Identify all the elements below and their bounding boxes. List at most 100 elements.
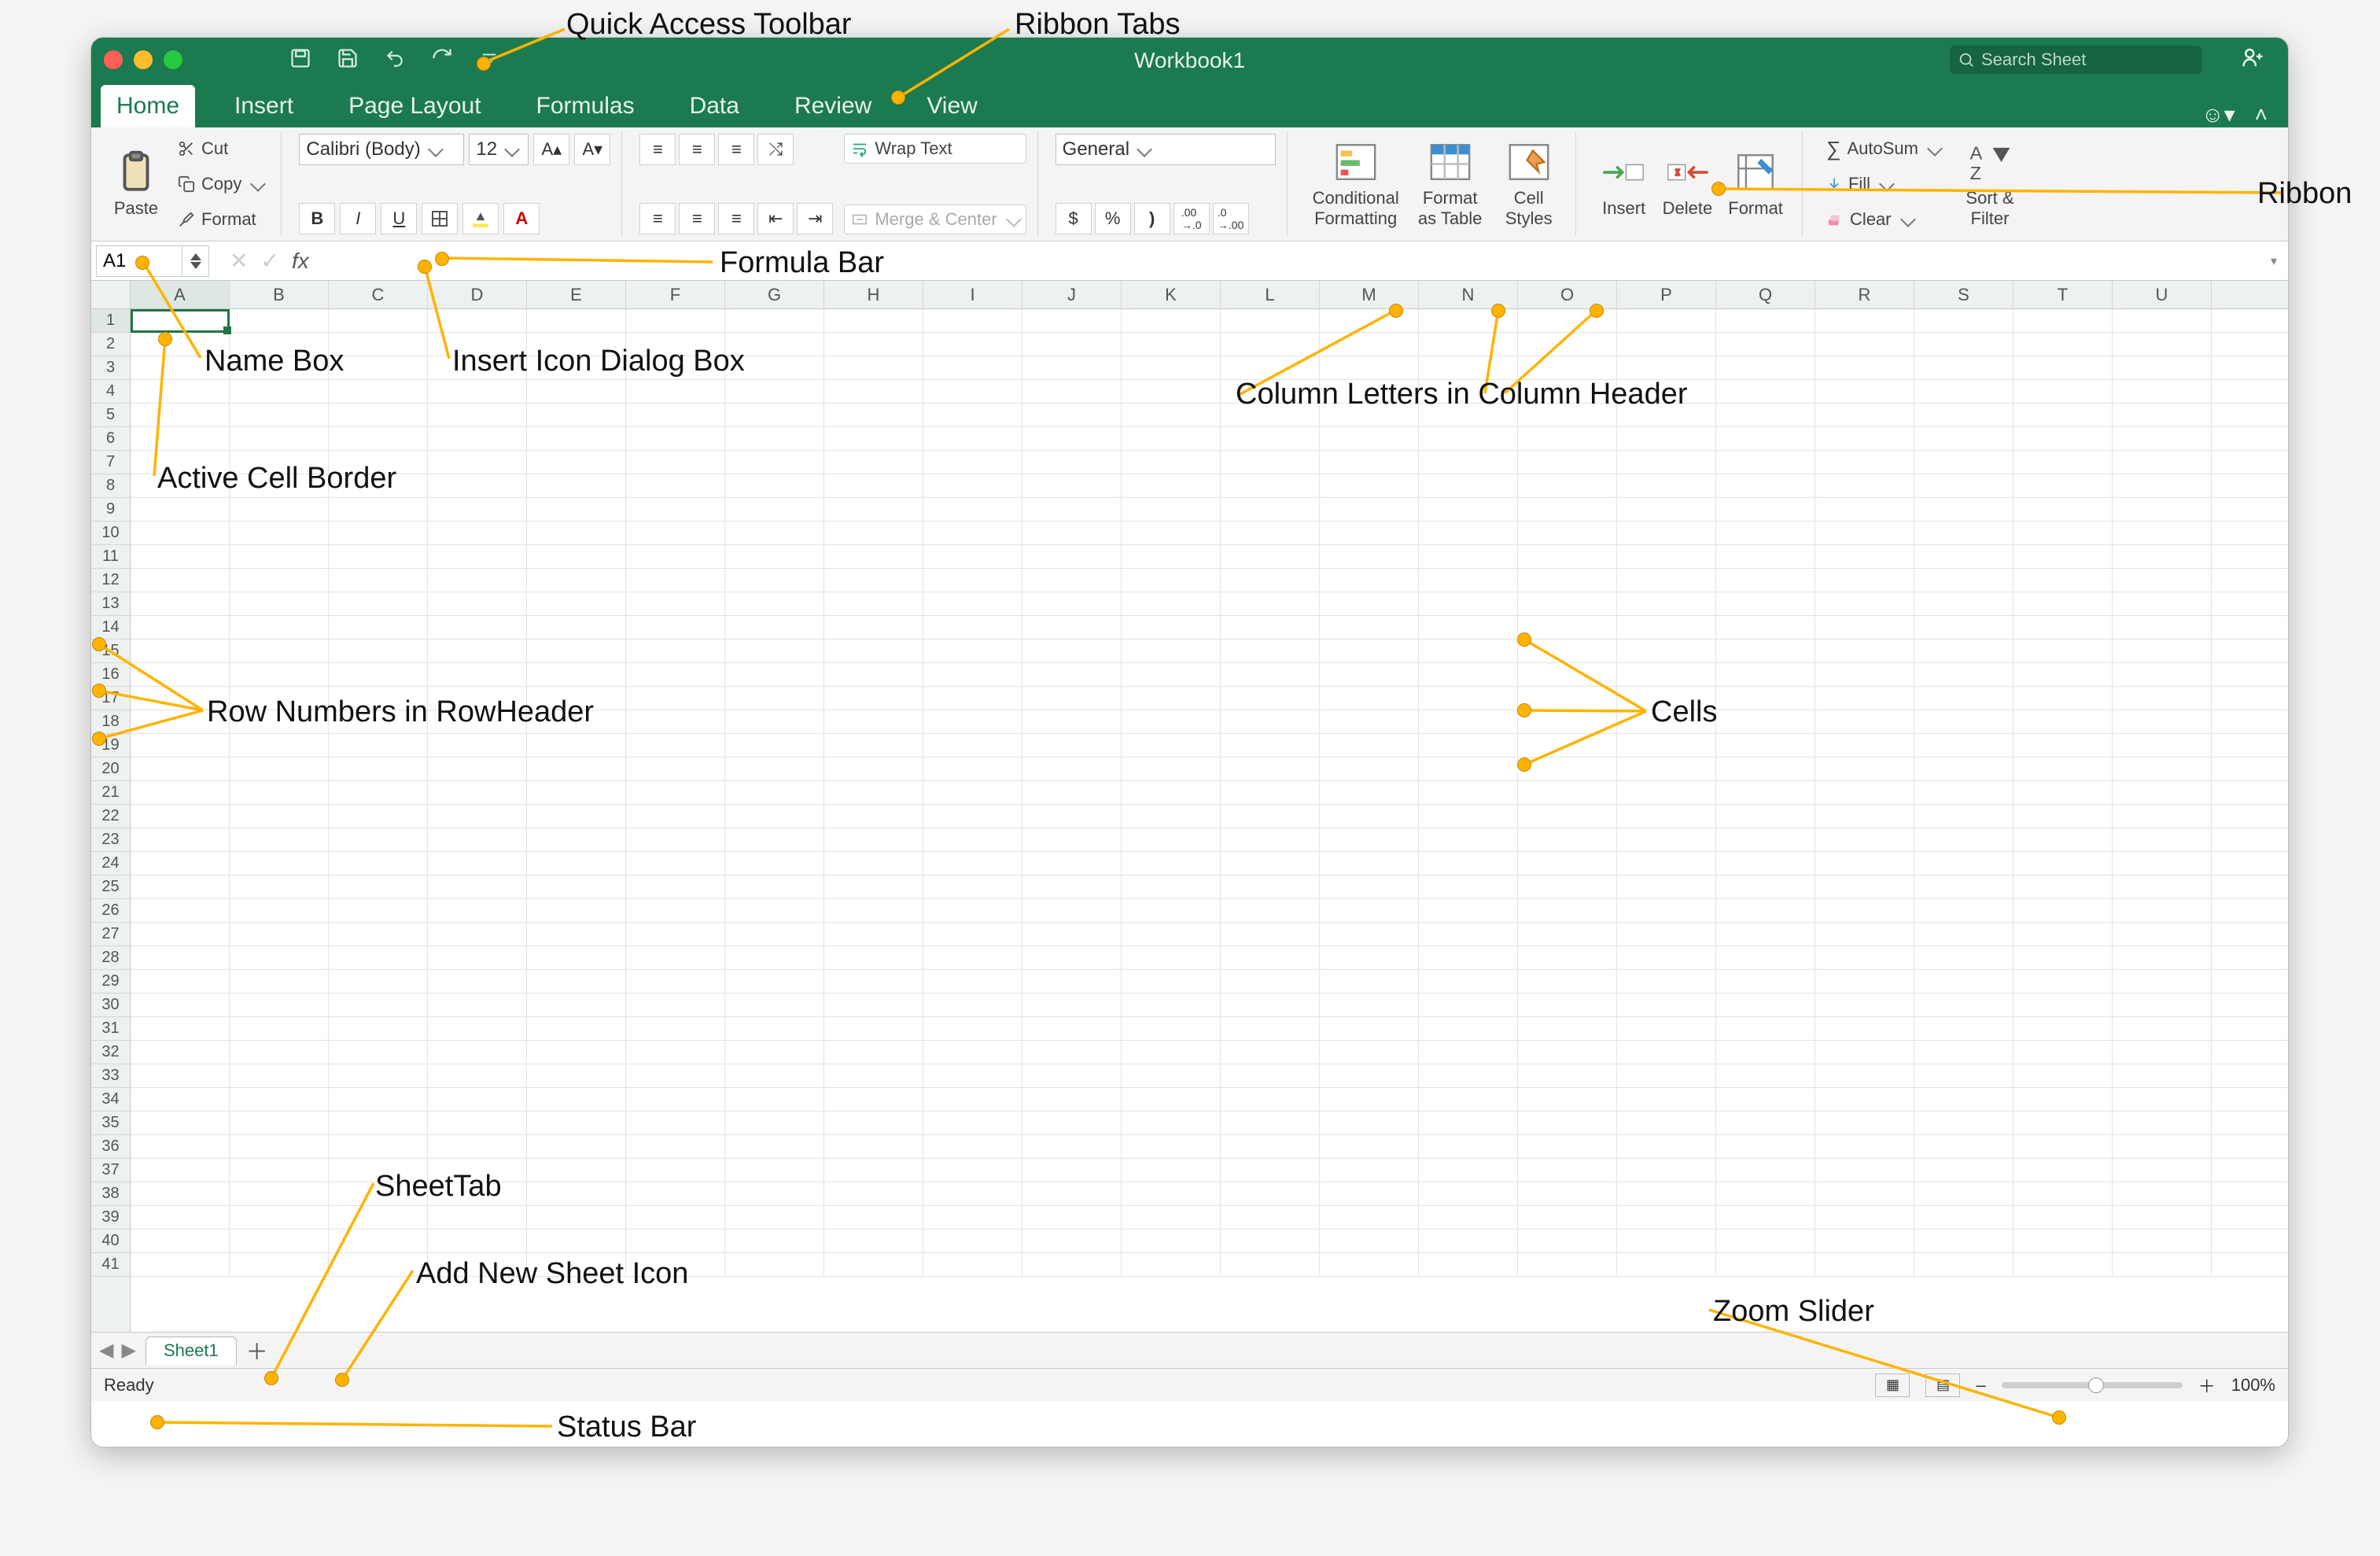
cell[interactable] <box>1617 427 1716 450</box>
cell[interactable] <box>2113 616 2212 639</box>
cell[interactable] <box>1022 309 1122 332</box>
cell[interactable] <box>329 380 428 403</box>
row-header[interactable]: 32 <box>91 1041 130 1064</box>
cell[interactable] <box>527 427 626 450</box>
cell[interactable] <box>428 852 527 875</box>
cell[interactable] <box>1320 1112 1419 1134</box>
column-header[interactable]: B <box>230 281 329 308</box>
cell[interactable] <box>1617 1182 1716 1205</box>
cell[interactable] <box>1518 1088 1617 1111</box>
cell[interactable] <box>329 734 428 757</box>
cell[interactable] <box>1022 1159 1122 1182</box>
copy-button[interactable]: Copy <box>171 169 270 199</box>
cell[interactable] <box>2113 309 2212 332</box>
cell[interactable] <box>527 781 626 804</box>
cell[interactable] <box>1518 522 1617 544</box>
cell[interactable] <box>1122 1230 1221 1252</box>
cell[interactable] <box>923 946 1022 969</box>
cell[interactable] <box>428 758 527 780</box>
cell[interactable] <box>626 1230 725 1252</box>
cell[interactable] <box>230 1230 329 1252</box>
cell[interactable] <box>131 545 230 568</box>
cell[interactable] <box>2013 946 2113 969</box>
cell[interactable] <box>626 828 725 851</box>
currency-button[interactable]: $ <box>1056 203 1092 234</box>
cell[interactable] <box>131 592 230 615</box>
cell[interactable] <box>626 451 725 474</box>
cell[interactable] <box>923 828 1022 851</box>
cell[interactable] <box>1419 356 1518 379</box>
cell[interactable] <box>329 592 428 615</box>
cell[interactable] <box>1518 1230 1617 1252</box>
cell[interactable] <box>230 498 329 521</box>
wrap-text-button[interactable]: Wrap Text <box>844 134 1026 164</box>
cell[interactable] <box>1320 356 1419 379</box>
cell[interactable] <box>1419 1253 1518 1276</box>
cell[interactable] <box>1617 356 1716 379</box>
cell[interactable] <box>824 852 923 875</box>
cell[interactable] <box>725 1041 824 1064</box>
cell[interactable] <box>1122 404 1221 426</box>
cell[interactable] <box>1617 1088 1716 1111</box>
cell[interactable] <box>2113 994 2212 1016</box>
cell[interactable] <box>1022 970 1122 993</box>
cell[interactable] <box>1815 876 1914 898</box>
cell[interactable] <box>1617 1253 1716 1276</box>
cell[interactable] <box>2013 356 2113 379</box>
cell[interactable] <box>527 805 626 828</box>
column-header[interactable]: I <box>923 281 1022 308</box>
cell[interactable] <box>131 640 230 662</box>
zoom-out-icon[interactable]: – <box>1976 1375 1985 1396</box>
cell[interactable] <box>428 592 527 615</box>
cell[interactable] <box>2113 663 2212 686</box>
cell[interactable] <box>1221 1206 1320 1229</box>
cell[interactable] <box>1221 333 1320 356</box>
row-header[interactable]: 40 <box>91 1230 130 1253</box>
cell[interactable] <box>1518 710 1617 733</box>
cell[interactable] <box>2113 1230 2212 1252</box>
row-header[interactable]: 6 <box>91 427 130 451</box>
cell[interactable] <box>824 994 923 1016</box>
cell[interactable] <box>923 852 1022 875</box>
cell[interactable] <box>1419 1017 1518 1040</box>
increase-font-button[interactable]: A▴ <box>533 134 569 165</box>
cell[interactable] <box>1022 758 1122 780</box>
cell[interactable] <box>1716 899 1815 922</box>
cell[interactable] <box>428 545 527 568</box>
cell[interactable] <box>1221 734 1320 757</box>
cell[interactable] <box>824 710 923 733</box>
bold-button[interactable]: B <box>299 203 335 234</box>
cell[interactable] <box>1617 734 1716 757</box>
cell[interactable] <box>230 1206 329 1229</box>
cell[interactable] <box>1221 828 1320 851</box>
cell[interactable] <box>1617 1135 1716 1158</box>
cell[interactable] <box>131 734 230 757</box>
cell[interactable] <box>923 1017 1022 1040</box>
cell[interactable] <box>1617 333 1716 356</box>
cell[interactable] <box>1815 710 1914 733</box>
cell[interactable] <box>1419 1041 1518 1064</box>
cell[interactable] <box>1914 1088 2013 1111</box>
cell[interactable] <box>1914 333 2013 356</box>
cell[interactable] <box>1518 828 1617 851</box>
row-header[interactable]: 20 <box>91 758 130 781</box>
cell[interactable] <box>725 451 824 474</box>
sheet-next-icon[interactable]: ▶ <box>121 1339 135 1362</box>
cell[interactable] <box>1815 758 1914 780</box>
cell[interactable] <box>329 994 428 1016</box>
cell[interactable] <box>230 640 329 662</box>
cell[interactable] <box>527 876 626 898</box>
cell[interactable] <box>1716 758 1815 780</box>
decrease-decimal-button[interactable]: .0→.00 <box>1213 203 1249 234</box>
cell[interactable] <box>824 640 923 662</box>
cell[interactable] <box>1022 1206 1122 1229</box>
cell[interactable] <box>1022 734 1122 757</box>
cell[interactable] <box>428 876 527 898</box>
cell[interactable] <box>1419 616 1518 639</box>
cell[interactable] <box>131 380 230 403</box>
cell[interactable] <box>527 640 626 662</box>
cell[interactable] <box>824 1041 923 1064</box>
cell[interactable] <box>2013 640 2113 662</box>
cell[interactable] <box>2013 994 2113 1016</box>
cell[interactable] <box>1716 946 1815 969</box>
